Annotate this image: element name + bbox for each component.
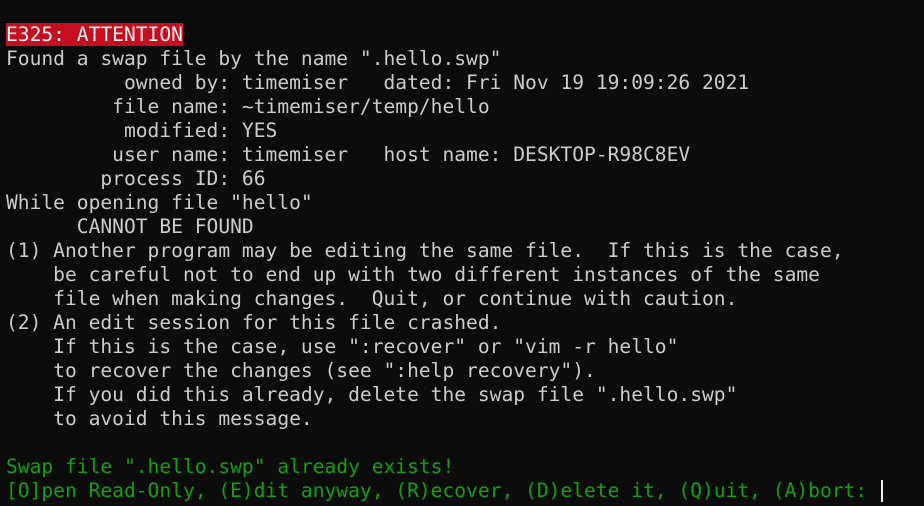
reason-2-line-3: to recover the changes (see ":help recov… xyxy=(6,359,596,382)
reason-2-line-4: If you did this already, delete the swap… xyxy=(6,383,738,406)
reason-1-line-1: (1) Another program may be editing the s… xyxy=(6,239,844,262)
swap-exists-message: Swap file ".hello.swp" already exists! xyxy=(6,455,455,478)
owned-by-line: owned by: timemiser dated: Fri Nov 19 19… xyxy=(6,71,750,94)
modified-line: modified: YES xyxy=(6,119,278,142)
reason-1-line-3: file when making changes. Quit, or conti… xyxy=(6,287,738,310)
reason-2-line-1: (2) An edit session for this file crashe… xyxy=(6,311,502,334)
reason-1-line-2: be careful not to end up with two differ… xyxy=(6,263,820,286)
text-cursor[interactable] xyxy=(880,480,883,502)
file-name-line: file name: ~timemiser/temp/hello xyxy=(6,95,490,118)
swap-file-found-line: Found a swap file by the name ".hello.sw… xyxy=(6,47,502,70)
reason-2-line-5: to avoid this message. xyxy=(6,407,313,430)
user-name-line: user name: timemiser host name: DESKTOP-… xyxy=(6,143,691,166)
while-opening-line: While opening file "hello" xyxy=(6,191,313,214)
choice-prompt-text: [O]pen Read-Only, (E)dit anyway, (R)ecov… xyxy=(6,479,879,502)
terminal-window[interactable]: E325: ATTENTION Found a swap file by the… xyxy=(0,0,924,506)
cannot-be-found-line: CANNOT BE FOUND xyxy=(6,215,254,238)
error-code-label: E325: ATTENTION xyxy=(6,23,183,46)
process-id-line: process ID: 66 xyxy=(6,167,266,190)
error-header-line: E325: ATTENTION xyxy=(6,23,924,47)
reason-2-line-2: If this is the case, use ":recover" or "… xyxy=(6,335,679,358)
choice-prompt-line[interactable]: [O]pen Read-Only, (E)dit anyway, (R)ecov… xyxy=(6,479,924,503)
